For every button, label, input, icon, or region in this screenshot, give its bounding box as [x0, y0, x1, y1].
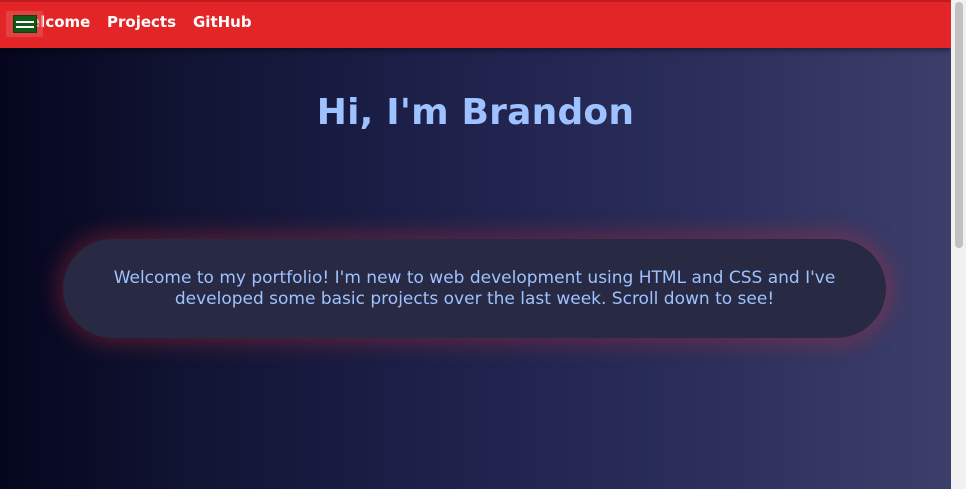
intro-text: Welcome to my portfolio! I'm new to web …: [113, 267, 836, 309]
nav-link-github[interactable]: GitHub: [193, 13, 252, 31]
intro-card: Welcome to my portfolio! I'm new to web …: [63, 239, 886, 338]
page-title: Hi, I'm Brandon: [316, 92, 635, 133]
vertical-scrollbar[interactable]: [951, 0, 966, 489]
scrollbar-thumb[interactable]: [955, 2, 963, 248]
page-viewport: Welcome Projects GitHub Hi, I'm Brandon …: [0, 0, 951, 489]
flag-icon: [13, 15, 37, 33]
nav-link-projects[interactable]: Projects: [107, 13, 176, 31]
navbar: Welcome Projects GitHub: [0, 0, 951, 48]
